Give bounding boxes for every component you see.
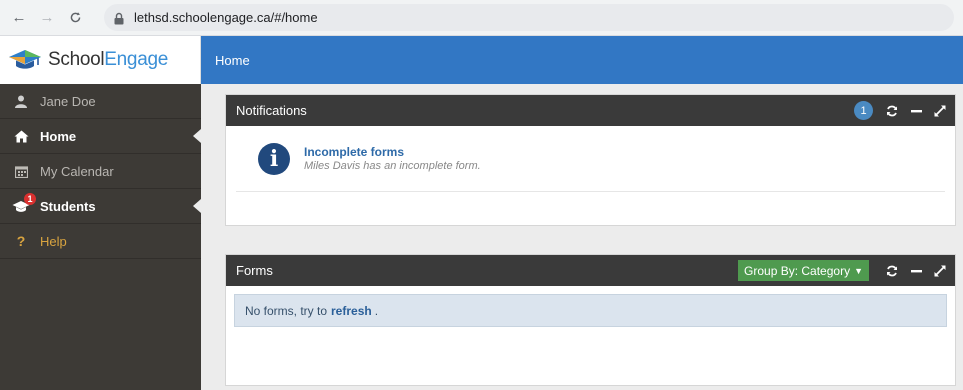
forms-empty-message: No forms, try to refresh .	[234, 294, 947, 327]
sidebar-item-label: My Calendar	[40, 163, 114, 179]
caret-down-icon: ▼	[854, 265, 863, 276]
lock-icon	[114, 11, 126, 25]
graduation-cap-logo-icon	[9, 50, 41, 69]
forms-header: Forms Group By: Category ▼	[226, 255, 955, 286]
sidebar-item-label: Help	[40, 233, 67, 249]
sidebar-item-students[interactable]: 1 Students	[0, 189, 201, 224]
reload-icon	[70, 12, 80, 23]
browser-toolbar: ← → lethsd.schoolengage.ca/#/home	[0, 0, 963, 36]
sidebar-item-user[interactable]: Jane Doe	[0, 84, 201, 119]
sidebar: Jane Doe Home My Calendar 1 Students ? H…	[0, 84, 201, 390]
forward-button[interactable]: →	[34, 5, 60, 31]
group-by-dropdown[interactable]: Group By: Category ▼	[738, 260, 869, 281]
page-title: Home	[215, 52, 250, 68]
home-icon	[12, 128, 30, 144]
main-content: Notifications 1 i Incomplete forms Miles…	[201, 84, 963, 390]
minimize-icon[interactable]	[909, 105, 923, 117]
sidebar-item-label: Students	[40, 198, 96, 214]
back-button[interactable]: ←	[6, 5, 32, 31]
sidebar-item-home[interactable]: Home	[0, 119, 201, 154]
sidebar-item-help[interactable]: ? Help	[0, 224, 201, 259]
notification-count-badge: 1	[854, 101, 873, 120]
top-bar: Home	[201, 36, 963, 84]
expand-icon[interactable]	[933, 265, 947, 277]
brand-logo[interactable]: SchoolEngage	[0, 36, 201, 84]
expand-icon[interactable]	[933, 105, 947, 117]
user-icon	[12, 93, 30, 109]
forms-tools: Group By: Category ▼	[738, 255, 947, 286]
notifications-header: Notifications 1	[226, 95, 955, 126]
sidebar-item-label: Jane Doe	[40, 93, 96, 109]
app: SchoolEngage Home Jane Doe Home My Calen…	[0, 36, 963, 390]
group-by-label: Group By: Category	[744, 263, 851, 278]
brand-name: SchoolEngage	[48, 49, 169, 70]
info-icon: i	[258, 142, 290, 175]
notification-text: Incomplete forms Miles Davis has an inco…	[304, 145, 481, 172]
notification-subtitle: Miles Davis has an incomplete form.	[304, 160, 481, 172]
notifications-title: Notifications	[236, 103, 307, 118]
forms-title: Forms	[236, 263, 273, 278]
refresh-icon[interactable]	[885, 265, 899, 277]
forms-panel: Forms Group By: Category ▼ No forms, try …	[225, 254, 956, 386]
url-text: lethsd.schoolengage.ca/#/home	[134, 10, 318, 25]
minimize-icon[interactable]	[909, 265, 923, 277]
notification-item[interactable]: i Incomplete forms Miles Davis has an in…	[236, 126, 945, 192]
forms-empty-text: No forms, try to	[245, 303, 328, 318]
students-badge: 1	[24, 193, 36, 205]
notifications-panel: Notifications 1 i Incomplete forms Miles…	[225, 94, 956, 226]
address-bar[interactable]: lethsd.schoolengage.ca/#/home	[104, 4, 954, 31]
calendar-icon	[12, 163, 30, 179]
notification-title[interactable]: Incomplete forms	[304, 145, 481, 159]
sidebar-item-label: Home	[40, 128, 77, 144]
sidebar-item-my-calendar[interactable]: My Calendar	[0, 154, 201, 189]
refresh-icon[interactable]	[885, 105, 899, 117]
forms-empty-period: .	[374, 303, 379, 318]
refresh-link[interactable]: refresh	[331, 304, 372, 318]
notifications-tools: 1	[854, 95, 947, 126]
reload-button[interactable]	[62, 5, 88, 31]
question-icon: ?	[16, 233, 26, 249]
